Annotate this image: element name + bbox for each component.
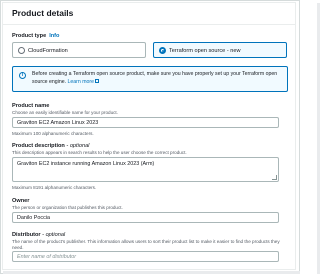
- terraform-info-alert: i Before creating a Terraform open sourc…: [12, 66, 288, 92]
- product-name-hint: Maximum 100 alphanumeric characters.: [12, 131, 94, 136]
- product-type-tiles: CloudFormation Terraform open source - n…: [12, 42, 288, 58]
- owner-input[interactable]: Danilo Poccia: [12, 212, 279, 223]
- product-name-description: Choose an easily identifiable name for y…: [12, 110, 118, 115]
- product-type-label: Product type Info: [12, 33, 59, 40]
- product-description-field: Product description - optional This desc…: [12, 143, 288, 190]
- radio-terraform-open-source[interactable]: [159, 47, 166, 54]
- distributor-label: Distributor - optional: [12, 232, 288, 239]
- distributor-description: The name of the product's publisher. Thi…: [12, 239, 280, 250]
- owner-label: Owner: [12, 198, 30, 204]
- distributor-label-text: Distributor: [12, 232, 41, 238]
- resize-grip-icon[interactable]: [272, 175, 277, 180]
- learn-more-link[interactable]: Learn more: [67, 78, 100, 85]
- distributor-input[interactable]: Enter name of distributor: [12, 251, 279, 262]
- product-description-textarea[interactable]: Graviton EC2 instance running Amazon Lin…: [12, 157, 279, 182]
- panel-title: Product details: [12, 8, 74, 18]
- owner-description: The person or organization that publishe…: [12, 205, 123, 210]
- radio-cloudformation[interactable]: [18, 47, 25, 54]
- tile-terraform-open-source[interactable]: Terraform open source - new: [153, 42, 287, 58]
- product-description-label-text: Product description: [12, 143, 65, 149]
- tile-cloudformation[interactable]: CloudFormation: [12, 42, 146, 58]
- product-name-input[interactable]: Graviton EC2 Amazon Linux 2023: [12, 117, 279, 128]
- external-link-icon: [95, 78, 100, 83]
- info-icon: i: [19, 72, 26, 79]
- distributor-field: Distributor - optional The name of the p…: [12, 232, 288, 262]
- product-name-label: Product name: [12, 103, 50, 109]
- product-type-info-link[interactable]: Info: [49, 33, 59, 39]
- product-name-field: Product name Choose an easily identifiab…: [12, 103, 288, 136]
- product-details-panel: Product details Product type Info CloudFo…: [2, 2, 296, 270]
- optional-tag: - optional: [66, 143, 90, 149]
- panel-header: Product details: [3, 3, 295, 25]
- alert-text: Before creating a Terraform open source …: [32, 71, 284, 86]
- owner-field: Owner The person or organization that pu…: [12, 198, 288, 223]
- product-type-label-text: Product type: [12, 33, 47, 39]
- learn-more-text: Learn more: [67, 78, 95, 85]
- product-description-description: This description appears in search resul…: [12, 150, 187, 155]
- product-description-hint: Maximum 8191 alphanumeric characters.: [12, 185, 97, 190]
- tile-cloudformation-label: CloudFormation: [28, 47, 68, 54]
- optional-tag: - optional: [42, 232, 66, 238]
- product-description-value: Graviton EC2 instance running Amazon Lin…: [17, 160, 155, 167]
- product-description-label: Product description - optional: [12, 143, 288, 150]
- tile-terraform-label: Terraform open source - new: [169, 47, 241, 54]
